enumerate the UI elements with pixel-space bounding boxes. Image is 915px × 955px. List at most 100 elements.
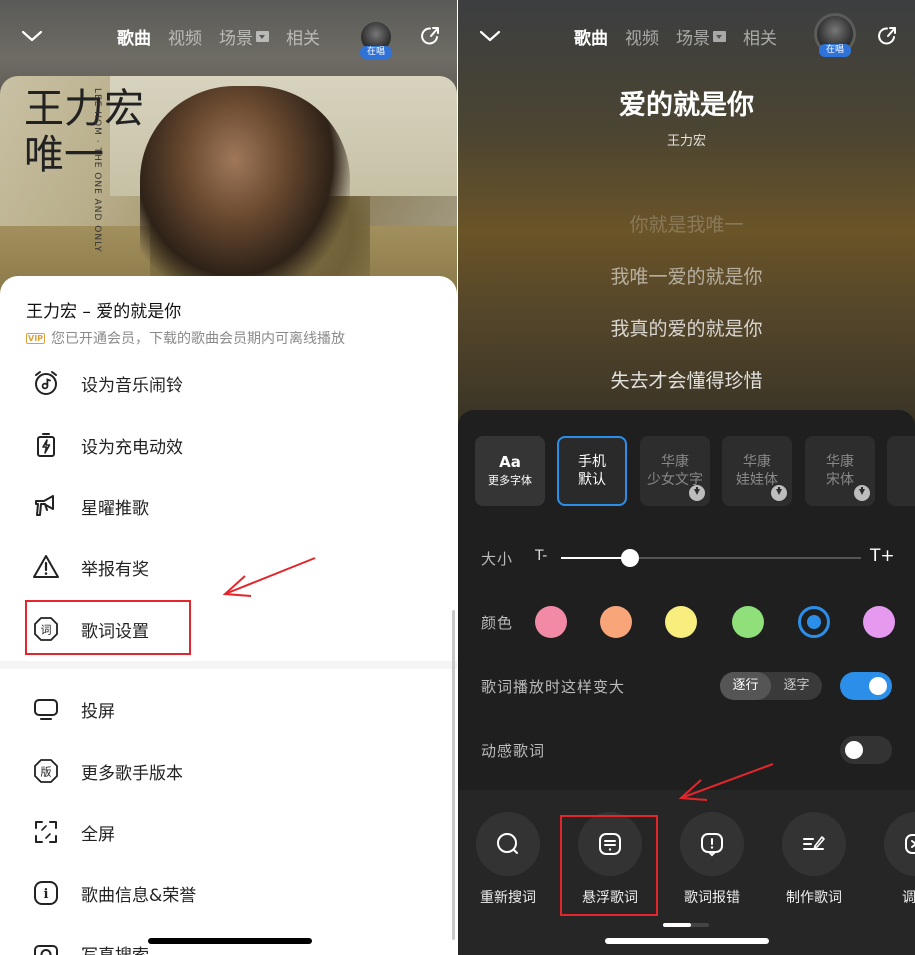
live-badge: 在唱 [360, 46, 392, 59]
avatar[interactable]: 在唱 [817, 16, 853, 57]
font-card-song[interactable]: 华康 宋体 [805, 436, 875, 506]
font-card-line1: 手机 [578, 454, 606, 470]
font-card-shaonv[interactable]: 华康 少女文字 [640, 436, 710, 506]
tab-scene-label: 场景 [676, 29, 710, 49]
dynamic-lyrics-toggle[interactable] [840, 736, 892, 764]
tab-scene[interactable]: 场景 [676, 24, 726, 49]
lyric-line[interactable]: 我唯一爱的就是你 [458, 262, 915, 289]
annotation-arrow-icon [678, 763, 774, 801]
action-make-lyrics[interactable]: 制作歌词 [779, 812, 849, 907]
vip-badge-icon: VIP [26, 332, 46, 344]
lyric-line[interactable]: 失去才会懂得珍惜 [458, 366, 915, 393]
color-swatch[interactable] [798, 606, 830, 638]
share-icon[interactable] [875, 24, 899, 48]
tab-related[interactable]: 相关 [286, 24, 320, 49]
tab-video[interactable]: 视频 [625, 24, 659, 49]
menu-item-star-recommend[interactable]: 星曜推歌 [0, 481, 457, 531]
lyric-line[interactable]: 你就是我唯一 [458, 210, 915, 237]
scrollbar[interactable] [452, 610, 455, 940]
album-figure [140, 86, 350, 296]
download-icon [689, 485, 705, 501]
page-indicator-current [663, 923, 691, 927]
color-swatch[interactable] [600, 606, 632, 638]
song-title: 爱的就是你 [619, 90, 754, 121]
version-icon-glyph: 版 [41, 765, 52, 779]
download-icon [771, 485, 787, 501]
live-badge: 在唱 [819, 44, 851, 57]
size-max-label: T+ [870, 546, 895, 566]
action-circle [884, 812, 915, 876]
menu-item-alarm[interactable]: 设为音乐闹铃 [0, 358, 457, 408]
top-bar: 歌曲 视频 场景 相关 在唱 [458, 0, 915, 72]
alarm-icon [35, 371, 57, 395]
font-card-line2: 娃娃体 [736, 472, 778, 488]
action-report-lyrics[interactable]: 歌词报错 [677, 812, 747, 907]
menu-item-label: 歌曲信息&荣誉 [81, 885, 197, 906]
dropdown-icon [713, 31, 726, 42]
warning-icon [33, 555, 59, 578]
top-bar: 歌曲 视频 场景 相关 在唱 [0, 0, 457, 72]
lyrics-action-bar: 重新搜词 悬浮歌词 歌词报错 制作歌词 调整 [458, 790, 915, 955]
color-swatch[interactable] [863, 606, 895, 638]
menu-item-cast[interactable]: 投屏 [0, 684, 457, 734]
cast-icon [34, 699, 58, 720]
grow-mode-word[interactable]: 逐字 [771, 672, 822, 700]
share-icon[interactable] [418, 24, 442, 48]
action-label: 调整 [902, 890, 915, 906]
grow-mode-line[interactable]: 逐行 [720, 672, 771, 700]
action-circle [476, 812, 540, 876]
menu-item-fullscreen[interactable]: 全屏 [0, 807, 457, 857]
avatar[interactable]: 在唱 [360, 22, 392, 59]
size-slider[interactable] [561, 549, 861, 567]
lyrics-settings-screen: 歌曲 视频 场景 相关 在唱 爱的就是你 王力宏 你就是我唯一 我唯一爱的就是你… [458, 0, 915, 955]
size-slider-knob[interactable] [621, 549, 639, 567]
lyric-line[interactable]: 我真的爱的就是你 [458, 314, 915, 341]
color-swatch[interactable] [535, 606, 567, 638]
menu-item-label: 星曜推歌 [81, 498, 149, 519]
font-card-default[interactable]: 手机 默认 [557, 436, 627, 506]
font-card-more[interactable]: Aa 更多字体 [475, 436, 545, 506]
menu-item-label: 写真搜索 [81, 941, 149, 955]
selected-color-dot [807, 615, 821, 629]
tab-related[interactable]: 相关 [743, 24, 777, 49]
menu-item-charging[interactable]: 设为充电动效 [0, 420, 457, 470]
action-adjust[interactable]: 调整 [881, 812, 915, 907]
font-card-line1: 华康 [661, 454, 689, 470]
color-swatch[interactable] [665, 606, 697, 638]
font-card-partial[interactable]: 站 小 [887, 436, 915, 506]
home-indicator[interactable] [605, 938, 769, 944]
action-research-lyrics[interactable]: 重新搜词 [473, 812, 543, 907]
color-swatch[interactable] [732, 606, 764, 638]
menu-item-song-info[interactable]: i 歌曲信息&荣誉 [0, 868, 457, 918]
lyrics-settings-panel: Aa 更多字体 手机 默认 华康 少女文字 华康 娃娃体 华康 宋体 站 小 大… [458, 410, 915, 790]
grow-label: 歌词播放时这样变大 [481, 678, 626, 696]
album-cover-text: 王力宏 唯一 [24, 86, 144, 178]
font-card-line2: 默认 [578, 472, 606, 488]
font-card-line2: 宋体 [826, 472, 854, 488]
collapse-icon[interactable] [20, 24, 44, 48]
song-artist[interactable]: 王力宏 [458, 130, 915, 149]
action-circle [680, 812, 744, 876]
tab-songs[interactable]: 歌曲 [117, 24, 151, 49]
home-indicator[interactable] [148, 938, 312, 944]
album-cover-english: LEE HOM · THE ONE AND ONLY [92, 88, 102, 253]
font-card-wawa[interactable]: 华康 娃娃体 [722, 436, 792, 506]
camera-icon [34, 945, 58, 955]
vip-notice-text: 您已开通会员，下载的歌曲会员期内可离线播放 [51, 331, 346, 347]
download-icon [854, 485, 870, 501]
collapse-icon[interactable] [478, 24, 502, 48]
tab-video[interactable]: 视频 [168, 24, 202, 49]
menu-item-label: 投屏 [81, 701, 115, 722]
search-icon [497, 833, 518, 854]
dynamic-lyrics-label: 动感歌词 [481, 742, 546, 760]
action-label: 重新搜词 [480, 890, 536, 906]
grow-toggle[interactable] [840, 672, 892, 700]
info-icon-glyph: i [44, 887, 49, 902]
vip-notice: VIP 您已开通会员，下载的歌曲会员期内可离线播放 [26, 328, 345, 348]
menu-item-more-versions[interactable]: 版 更多歌手版本 [0, 746, 457, 796]
font-card-line1: 华康 [826, 454, 854, 470]
annotation-arrow-icon [222, 557, 316, 597]
tab-songs[interactable]: 歌曲 [574, 24, 608, 49]
tab-scene[interactable]: 场景 [219, 24, 269, 49]
grow-mode-selector[interactable]: 逐行 逐字 [720, 672, 822, 700]
